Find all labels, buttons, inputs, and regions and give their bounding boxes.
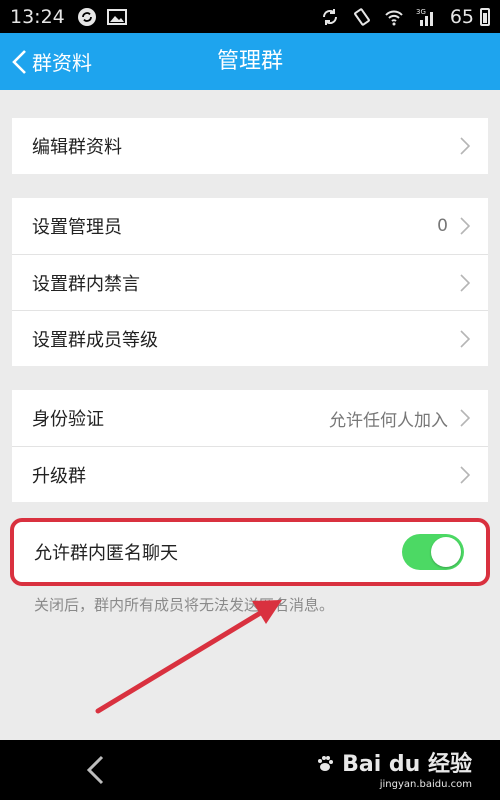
navigation-bar: Bai du 经验 jingyan.baidu.com	[0, 740, 500, 800]
signal-icon: 3G	[416, 8, 433, 26]
identity-verification-row[interactable]: 身份验证 允许任何人加入	[12, 390, 488, 446]
chevron-right-icon	[460, 329, 470, 348]
back-button[interactable]: 群资料	[10, 33, 92, 90]
settings-group-members: 设置管理员 0 设置群内禁言 设置群成员等级	[12, 198, 488, 366]
chevron-right-icon	[460, 465, 470, 484]
title-bar: 群资料 管理群	[0, 33, 500, 90]
set-member-levels-label: 设置群成员等级	[32, 329, 158, 351]
chevron-left-icon	[12, 49, 26, 74]
anonymous-chat-row: 允许群内匿名聊天	[14, 522, 486, 582]
settings-group-edit: 编辑群资料	[12, 118, 488, 174]
chevron-right-icon	[460, 137, 470, 155]
baidu-watermark: Bai du 经验 jingyan.baidu.com	[316, 746, 472, 790]
status-time: 13:24	[10, 5, 65, 28]
back-label: 群资料	[32, 51, 92, 75]
image-notification-icon	[106, 8, 127, 25]
toggle-knob	[431, 537, 461, 567]
edit-group-info-row[interactable]: 编辑群资料	[12, 118, 488, 174]
anonymous-chat-label: 允许群内匿名聊天	[34, 543, 178, 564]
set-admins-label: 设置管理员	[32, 217, 122, 238]
identity-verification-label: 身份验证	[32, 409, 104, 430]
identity-verification-value: 允许任何人加入	[329, 410, 448, 431]
set-admins-row[interactable]: 设置管理员 0	[12, 198, 488, 254]
sync-icon	[322, 8, 337, 25]
set-member-levels-row[interactable]: 设置群成员等级	[12, 310, 488, 366]
chevron-right-icon	[460, 409, 470, 427]
admin-count: 0	[437, 216, 448, 236]
watermark-brand: Bai du 经验	[316, 746, 472, 778]
upgrade-group-row[interactable]: 升级群	[12, 446, 488, 502]
upgrade-group-label: 升级群	[32, 465, 86, 487]
battery-icon	[480, 7, 490, 26]
watermark-url: jingyan.baidu.com	[379, 779, 472, 790]
anonymous-chat-toggle[interactable]	[402, 534, 464, 570]
anonymous-chat-hint: 关闭后，群内所有成员将无法发送匿名消息。	[34, 596, 335, 614]
set-mute-label: 设置群内禁言	[32, 273, 140, 295]
edit-group-info-label: 编辑群资料	[32, 137, 122, 158]
sync-notification-icon	[77, 7, 96, 26]
chevron-right-icon	[460, 217, 470, 235]
set-mute-row[interactable]: 设置群内禁言	[12, 254, 488, 310]
nav-back-icon[interactable]	[82, 754, 110, 786]
status-bar: 13:24 3G 65	[0, 0, 500, 33]
anonymous-chat-highlight: 允许群内匿名聊天	[10, 518, 490, 586]
battery-level: 65	[449, 5, 474, 28]
chevron-right-icon	[460, 273, 470, 292]
rotation-icon	[353, 7, 370, 26]
paw-logo-icon	[318, 756, 334, 771]
watermark-brand-text: Bai du 经验	[342, 752, 472, 777]
settings-group-verification: 身份验证 允许任何人加入 升级群	[12, 390, 488, 502]
network-type: 3G	[416, 8, 426, 16]
wifi-icon	[385, 10, 403, 25]
